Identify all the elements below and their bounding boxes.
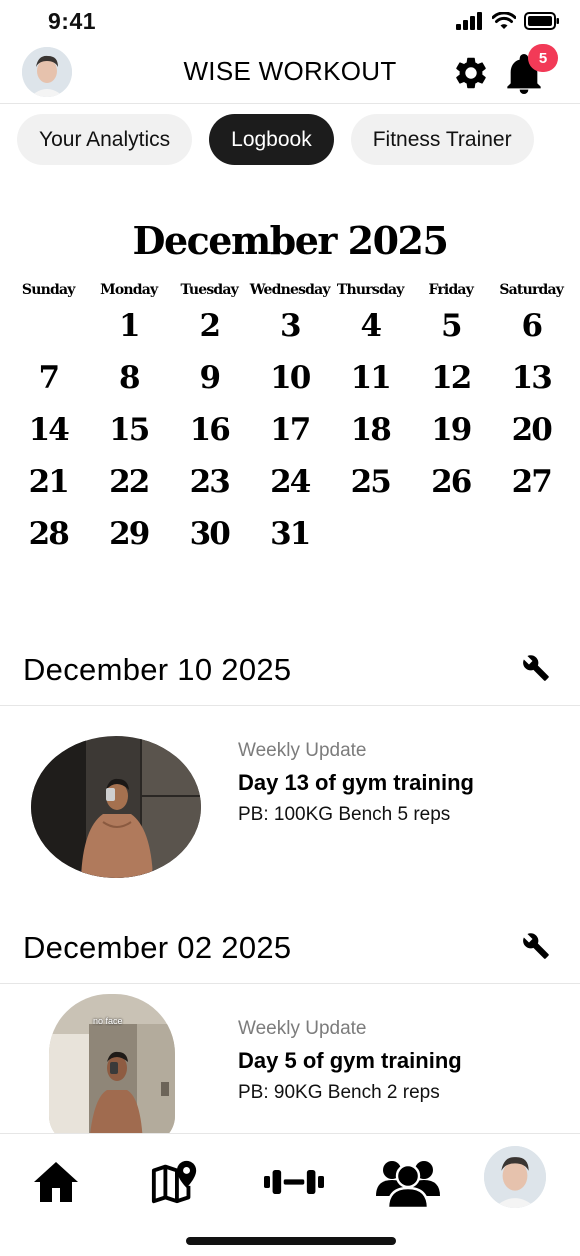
tab-fitness-trainer[interactable]: Fitness Trainer (350, 114, 534, 165)
calendar-day[interactable]: 4 (330, 300, 411, 352)
log-entry-header: December 10 2025 (0, 636, 580, 706)
entry-date: December 10 2025 (23, 652, 292, 687)
calendar-grid: 1 2 3 4 5 6 7 8 9 10 11 12 13 14 15 16 17 18 19 20 21 22 23 24 2… (8, 300, 572, 560)
calendar-day[interactable]: 7 (8, 352, 89, 404)
entry-title: Day 5 of gym training (238, 1048, 462, 1073)
signal-icon (456, 12, 482, 30)
app-title: WISE WORKOUT (183, 56, 397, 86)
entry-title: Day 13 of gym training (238, 770, 474, 795)
calendar-day[interactable]: 15 (89, 404, 170, 456)
calendar-blank (8, 300, 89, 352)
nav-home[interactable] (26, 1152, 86, 1212)
map-pin-icon (151, 1160, 197, 1204)
bottom-nav (0, 1133, 580, 1256)
entry-photo[interactable]: no face (49, 994, 175, 1144)
calendar-day[interactable]: 25 (330, 456, 411, 508)
entry-pb: PB: 90KG Bench 2 reps (238, 1082, 440, 1103)
nav-map[interactable] (145, 1152, 205, 1212)
weekday-row: Sunday Monday Tuesday Wednesday Thursday Frid… (8, 282, 572, 298)
calendar-day[interactable]: 16 (169, 404, 250, 456)
tab-your-analytics[interactable]: Your Analytics (17, 114, 193, 165)
calendar-day[interactable]: 30 (169, 508, 250, 560)
calendar-day[interactable]: 29 (89, 508, 170, 560)
calendar-day[interactable]: 11 (330, 352, 411, 404)
tab-logbook[interactable]: Logbook (209, 114, 334, 165)
calendar-day[interactable]: 18 (330, 404, 411, 456)
battery-icon (524, 12, 559, 30)
users-icon (376, 1161, 440, 1208)
calendar-day[interactable]: 20 (491, 404, 572, 456)
calendar-day[interactable]: 12 (411, 352, 492, 404)
settings-button[interactable] (452, 54, 490, 92)
calendar-day[interactable]: 2 (169, 300, 250, 352)
wrench-icon (523, 655, 549, 681)
entry-date: December 02 2025 (23, 930, 292, 965)
log-entry-card[interactable]: Weekly Update Day 13 of gym training PB:… (0, 706, 580, 906)
calendar-day[interactable]: 13 (491, 352, 572, 404)
edit-entry-button[interactable] (522, 932, 550, 960)
log-entry-card[interactable]: no face Weekly Update Day 5 of gym train… (0, 984, 580, 1144)
calendar-day[interactable]: 10 (250, 352, 331, 404)
weekday-label: Wednesday (249, 282, 331, 298)
gear-icon (456, 57, 486, 89)
wifi-icon (492, 12, 516, 29)
nav-profile-avatar[interactable] (484, 1146, 546, 1208)
calendar-day[interactable]: 21 (8, 456, 89, 508)
weekday-label: Saturday (499, 282, 564, 298)
entry-text: Weekly Update Day 13 of gym training PB:… (238, 740, 474, 826)
calendar-day[interactable]: 6 (491, 300, 572, 352)
weekday-label: Friday (428, 282, 474, 298)
avatar-image (484, 1146, 546, 1208)
tab-bar: Your Analytics Logbook Fitness Trainer (17, 114, 534, 165)
app-header: WISE WORKOUT 5 (0, 44, 580, 104)
calendar-day[interactable]: 5 (411, 300, 492, 352)
home-indicator (186, 1237, 396, 1245)
calendar-day[interactable]: 19 (411, 404, 492, 456)
log-entry-header: December 02 2025 (0, 914, 580, 984)
calendar-day[interactable]: 28 (8, 508, 89, 560)
status-icons (456, 12, 560, 30)
entry-text: Weekly Update Day 5 of gym training PB: … (238, 1018, 462, 1104)
weekday-label: Sunday (21, 282, 75, 298)
calendar-day[interactable]: 31 (250, 508, 331, 560)
status-time: 9:41 (48, 8, 97, 34)
calendar-day[interactable]: 17 (250, 404, 331, 456)
home-icon (34, 1162, 78, 1202)
calendar-day[interactable]: 1 (89, 300, 170, 352)
calendar-title: December 2025 (132, 218, 449, 263)
wrench-icon (523, 933, 549, 959)
photo-caption: no face (93, 1016, 123, 1026)
entry-photo[interactable] (31, 736, 201, 878)
entry-subtitle: Weekly Update (238, 1018, 367, 1039)
entry-pb: PB: 100KG Bench 5 reps (238, 804, 451, 825)
weekday-label: Tuesday (180, 282, 239, 298)
notification-badge: 5 (528, 44, 558, 72)
nav-workouts[interactable] (264, 1152, 324, 1212)
weekday-label: Monday (100, 282, 158, 298)
status-bar: 9:41 (0, 0, 580, 44)
calendar-day[interactable]: 24 (250, 456, 331, 508)
dumbbell-icon (264, 1170, 324, 1194)
calendar-day[interactable]: 8 (89, 352, 170, 404)
weekday-label: Thursday (336, 282, 404, 298)
entry-subtitle: Weekly Update (238, 740, 367, 761)
calendar-day[interactable]: 22 (89, 456, 170, 508)
nav-community[interactable] (376, 1152, 440, 1212)
calendar-day[interactable]: 9 (169, 352, 250, 404)
calendar-day[interactable]: 3 (250, 300, 331, 352)
calendar-day[interactable]: 27 (491, 456, 572, 508)
calendar-day[interactable]: 26 (411, 456, 492, 508)
edit-entry-button[interactable] (522, 654, 550, 682)
calendar-day[interactable]: 23 (169, 456, 250, 508)
gym-selfie-image (31, 736, 201, 878)
calendar-day[interactable]: 14 (8, 404, 89, 456)
